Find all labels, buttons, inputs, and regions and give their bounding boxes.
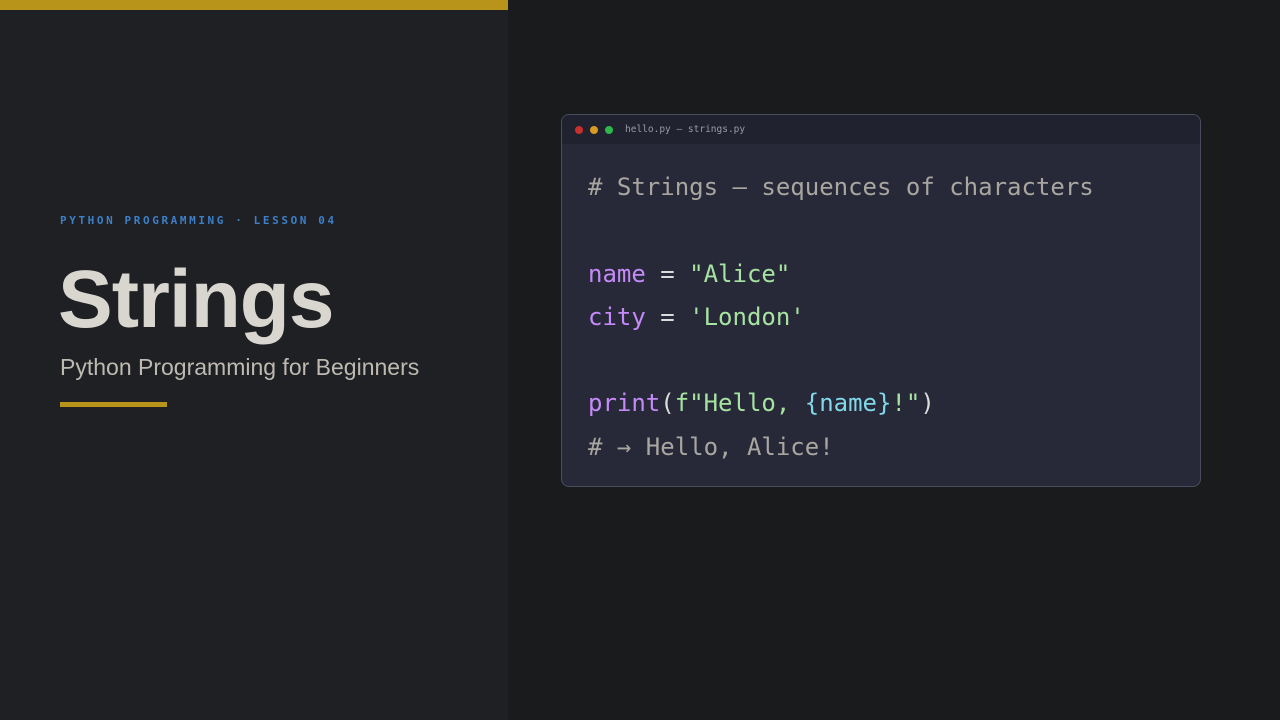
code-interpolation: {name} xyxy=(804,389,892,418)
lesson-eyebrow: PYTHON PROGRAMMING · LESSON 04 xyxy=(60,214,337,227)
code-comment: # → Hello, Alice! xyxy=(588,432,834,461)
editor-filename: hello.py — strings.py xyxy=(625,124,746,135)
accent-underline xyxy=(60,402,167,407)
code-body: # Strings — sequences of characters name… xyxy=(562,144,1200,486)
code-line-7: # → Hello, Alice! xyxy=(588,426,1200,469)
code-line-1: # Strings — sequences of characters xyxy=(588,166,1200,209)
code-variable: name xyxy=(588,259,646,288)
accent-top-bar xyxy=(0,0,508,10)
code-editor-window: hello.py — strings.py # Strings — sequen… xyxy=(561,114,1201,487)
code-paren: ) xyxy=(920,389,935,418)
slide-subtitle: Python Programming for Beginners xyxy=(60,354,420,380)
close-dot-icon[interactable] xyxy=(575,125,583,134)
code-line-6: print(f"Hello, {name}!") xyxy=(588,382,1200,425)
code-comment: # Strings — sequences of characters xyxy=(588,173,1094,201)
code-paren: ( xyxy=(660,389,675,418)
code-operator: = xyxy=(645,259,690,288)
slide: PYTHON PROGRAMMING · LESSON 04 Strings P… xyxy=(0,0,1280,720)
code-string: !" xyxy=(891,389,921,418)
title-panel: PYTHON PROGRAMMING · LESSON 04 Strings P… xyxy=(0,0,508,720)
code-function: print xyxy=(588,389,661,418)
code-line-4: city = 'London' xyxy=(588,296,1200,339)
slide-title: Strings xyxy=(58,254,334,345)
code-string: "Alice" xyxy=(689,259,791,288)
editor-titlebar: hello.py — strings.py xyxy=(562,115,1200,144)
maximize-dot-icon[interactable] xyxy=(605,125,613,134)
code-variable: city xyxy=(588,302,646,331)
code-line-3: name = "Alice" xyxy=(588,253,1200,296)
code-string: 'London' xyxy=(689,302,805,331)
code-string: f"Hello, xyxy=(674,389,805,418)
code-operator: = xyxy=(645,302,690,331)
minimize-dot-icon[interactable] xyxy=(590,125,598,134)
